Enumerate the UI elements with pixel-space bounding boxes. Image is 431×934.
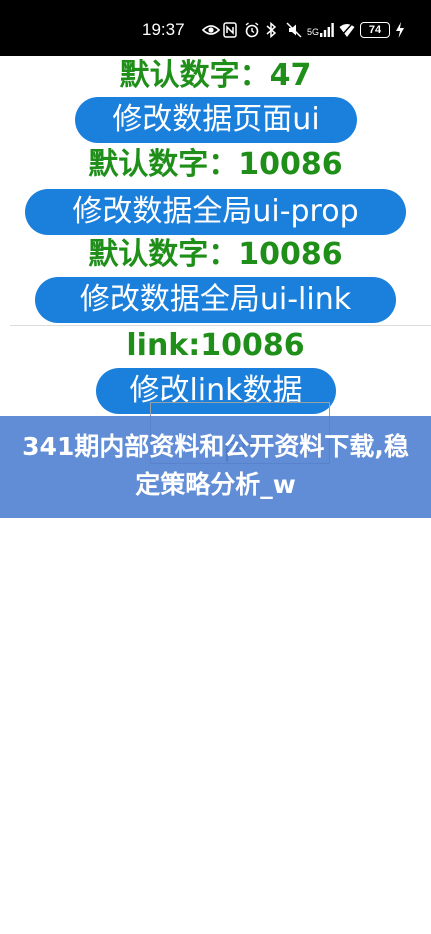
status-icons: 5G 74 bbox=[201, 19, 411, 41]
status-bar: 19:37 5G 74 bbox=[0, 0, 431, 56]
status-time: 19:37 bbox=[142, 20, 185, 39]
overlay-banner[interactable]: 341期内部资料和公开资料下载,稳定策略分析_w bbox=[0, 416, 431, 518]
signal-icon: 5G bbox=[307, 23, 334, 37]
charging-icon bbox=[395, 22, 411, 38]
modify-global-link-button[interactable]: 修改数据全局ui-link bbox=[35, 277, 396, 323]
modify-global-prop-button[interactable]: 修改数据全局ui-prop bbox=[25, 189, 406, 235]
default-number-label-3: 默认数字：10086 bbox=[88, 237, 343, 272]
modify-page-ui-button[interactable]: 修改数据页面ui bbox=[75, 97, 357, 143]
divider bbox=[10, 325, 431, 326]
page-content: 默认数字：47 修改数据页面ui 默认数字：10086 修改数据全局ui-pro… bbox=[0, 56, 431, 934]
alarm-icon bbox=[244, 22, 260, 38]
nfc-icon bbox=[223, 22, 239, 38]
network-type-label: 5G bbox=[306, 27, 319, 37]
default-number-label-1: 默认数字：47 bbox=[119, 58, 312, 93]
wifi-icon bbox=[339, 22, 355, 38]
bluetooth-icon bbox=[265, 21, 281, 39]
default-number-label-2: 默认数字：10086 bbox=[88, 147, 343, 182]
battery-icon: 74 bbox=[360, 22, 390, 38]
link-value-label: link:10086 bbox=[126, 328, 305, 363]
eye-icon bbox=[201, 22, 221, 38]
mute-icon bbox=[286, 22, 302, 38]
